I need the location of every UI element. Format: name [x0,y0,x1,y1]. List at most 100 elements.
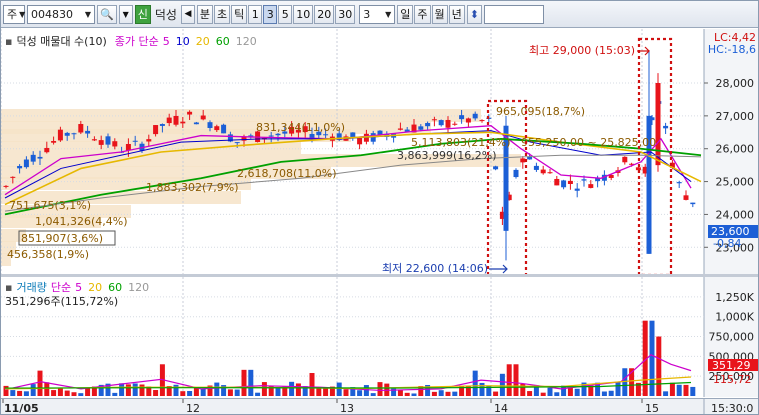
new-badge-label: 신 [137,8,148,21]
vol-ma-period-label: 60 [108,280,123,294]
candle-body [268,135,274,137]
volume-bar [363,385,369,396]
candle-body [30,154,36,162]
candle-body [472,113,478,119]
candle-body [465,118,471,123]
scroll-toggle-button[interactable]: ⬍ [466,4,483,24]
volume-bar [241,369,247,396]
volume-bar [71,392,77,396]
candle-body [166,117,172,124]
prev-button[interactable]: ◀ [180,4,195,24]
period-button[interactable]: 1 [248,4,263,24]
period-button[interactable]: 30 [335,4,356,24]
candle-body [112,141,118,147]
range-button[interactable]: 년 [448,4,465,24]
stock-code-input[interactable]: 004830 ▼ [27,4,95,24]
candle-body [445,119,451,128]
period-button[interactable]: 10 [293,4,314,24]
period-button[interactable]: 3 [263,4,278,24]
x-tick-label: 11/05 [4,402,39,415]
volume-bar [479,382,485,396]
ma-period-label: 20 [195,34,210,48]
candle-body [105,136,111,145]
volume-profile-label: 851,907(3,6%) [21,232,103,245]
range-button[interactable]: 주 [414,4,431,24]
candle-body [574,188,580,191]
volume-bar [506,364,512,396]
vol-ma-periods: 5 20 60 120 [75,281,149,294]
price-chart[interactable]: 28,00027,00026,00025,00024,00023,000965,… [1,29,758,278]
candle-body [533,165,539,170]
candle-body [479,120,485,122]
vol-tick-label: 750,000 [709,331,755,344]
vol-tick-label: 1,250K [715,291,754,304]
volume-bar [214,382,220,396]
volume-bar [574,388,580,396]
x-tick-label: 15 [645,402,659,415]
x-tick-label: 12 [186,402,200,415]
period-button[interactable]: 5 [278,4,293,24]
range-button[interactable]: 일 [397,4,414,24]
y-tick-label: 27,000 [716,110,755,123]
candle-body [357,138,363,145]
volume-profile-label: 3,863,999(16,2%) [397,149,497,162]
y-tick-label: 24,000 [716,208,755,221]
period-button[interactable]: 20 [314,4,335,24]
corner-hc-label: HC:-18,6 [708,43,756,56]
volume-profile-label: 2,618,708(11,0%) [237,167,337,180]
dropdown-button[interactable]: ▼ [118,4,133,24]
volume-bar [676,384,682,396]
ma-period-label: 5 [162,34,170,48]
candle-body [655,83,661,166]
candle-body [520,158,526,163]
period-button[interactable]: 틱 [231,4,248,24]
range-buttons: 일주월년 [397,4,465,24]
volume-bar [227,389,233,396]
candle-body [635,167,641,171]
ma-period-label: 10 [175,34,190,48]
candle-body [676,182,682,184]
volume-profile-label: 1,883,302(7,9%) [146,181,239,194]
volume-bar [112,392,118,396]
market-selector[interactable]: 주 ▼ [3,4,25,24]
current-change-tag: -0,84 [713,237,741,250]
candle-body [187,111,193,115]
empty-input[interactable] [484,4,545,24]
candle-body [452,123,458,125]
period-button[interactable]: 분 [196,4,214,24]
volume-bar [343,389,349,396]
volume-bar [404,392,410,396]
candle-body [146,139,152,142]
candle-body [438,120,444,126]
volume-tag: 351,29 [712,359,751,372]
interval-select[interactable]: 3 ▼ [359,4,396,24]
period-button[interactable]: 초 [214,4,231,24]
candle-body [91,139,97,141]
volume-chart-panel[interactable]: 1,250K 1,000K 750,000 500,000 250,000 351,29 1… [1,277,758,397]
candle-body [663,125,669,129]
search-button[interactable]: 🔍 [97,4,117,24]
volume-bar [132,383,138,396]
vol-ma-period-label: 20 [88,280,103,294]
candle-body [3,185,9,187]
ma-label: 종가 단순 [114,35,159,48]
volume-bar [397,389,403,396]
candle-body [200,115,206,120]
market-selector-value: 주 [7,8,18,21]
volume-bar [669,382,675,396]
stock-code-value: 004830 [31,7,73,21]
vol-ma5-line [4,354,692,392]
volume-bar [37,370,43,396]
volume-bar [3,385,9,396]
y-tick-label: 28,000 [716,77,755,90]
new-badge: 신 [134,4,151,24]
price-chart-panel[interactable]: 28,000 27,000 26,000 25,000 24,000 23,000 965,… [1,29,758,278]
range-button[interactable]: 월 [431,4,448,24]
chevron-down-icon: ▼ [122,9,129,19]
x-tick-label: 13 [340,402,354,415]
volume-bar [493,391,499,396]
candle-body [567,180,573,185]
candle-body [588,184,594,188]
volume-bar [323,388,329,396]
candle-body [98,140,104,145]
